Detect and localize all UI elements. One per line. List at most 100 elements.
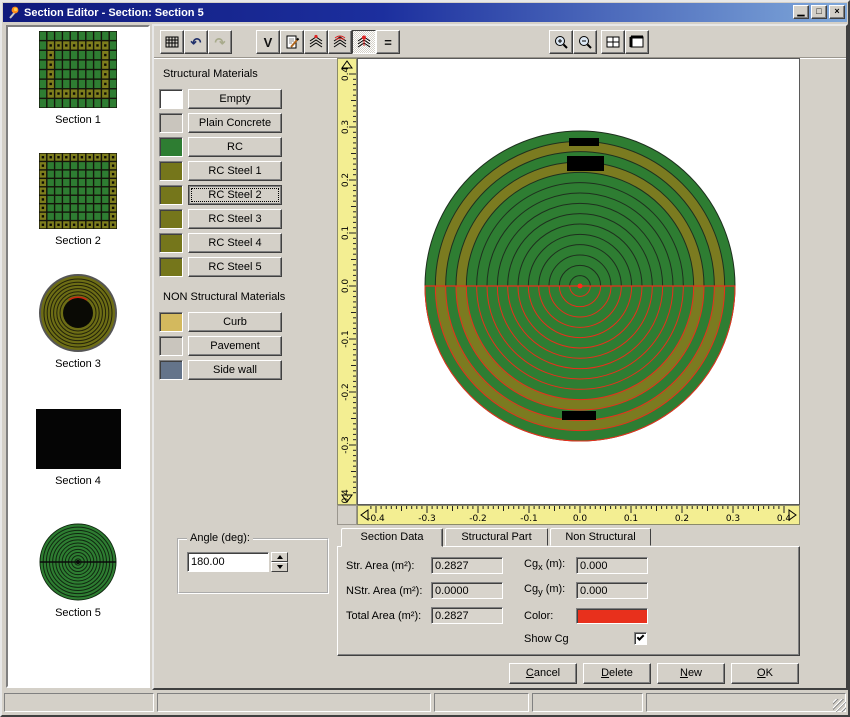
zoom-window-button[interactable] (625, 30, 649, 54)
material-swatch (159, 233, 183, 253)
cgx-field[interactable] (576, 557, 648, 574)
vertex-button[interactable]: V (256, 30, 280, 54)
check-icon (637, 633, 645, 641)
drawing-area[interactable] (357, 58, 800, 505)
material-swatch (159, 113, 183, 133)
material-row: Plain Concrete (159, 113, 282, 133)
total-area-label: Total Area (m²): (346, 610, 421, 622)
tab-structural-part[interactable]: Structural Part (445, 528, 548, 546)
status-panel (532, 693, 643, 712)
zoom-in-icon (553, 34, 569, 50)
section-thumbnail-3[interactable]: Section 3 (8, 274, 148, 370)
material-button-pavement[interactable]: Pavement (188, 336, 282, 356)
material-row: Side wall (159, 360, 282, 380)
zoom-in-button[interactable] (549, 30, 573, 54)
redo-button[interactable]: ↷ (208, 30, 232, 54)
equals-icon: = (384, 36, 392, 49)
material-row: RC Steel 1 (159, 161, 282, 181)
svg-text:-0.1: -0.1 (520, 514, 538, 524)
material-button-curb[interactable]: Curb (188, 312, 282, 332)
structural-materials-title: Structural Materials (163, 68, 258, 80)
status-bar (2, 690, 848, 715)
maximize-button[interactable]: □ (811, 5, 827, 19)
svg-text:-0.2: -0.2 (469, 514, 487, 524)
svg-text:-0.2: -0.2 (341, 383, 351, 401)
status-panel (4, 693, 154, 712)
zoom-fit-button[interactable] (601, 30, 625, 54)
angle-input[interactable] (187, 552, 269, 572)
material-swatch (159, 161, 183, 181)
material-button-rc-steel-4[interactable]: RC Steel 4 (188, 233, 282, 253)
total-area-field[interactable] (431, 607, 503, 624)
material-button-rc-steel-3[interactable]: RC Steel 3 (188, 209, 282, 229)
resize-grip[interactable] (833, 699, 846, 712)
tab-section-data[interactable]: Section Data (341, 528, 443, 547)
svg-text:0.0: 0.0 (341, 279, 351, 294)
str-area-label: Str. Area (m²): (346, 560, 414, 572)
equals-button[interactable]: = (376, 30, 400, 54)
undo-button[interactable]: ↶ (184, 30, 208, 54)
close-button[interactable]: × (829, 5, 845, 19)
layers-pin-button[interactable] (352, 30, 376, 54)
vertical-ruler: 0.40.30.20.10.0-0.1-0.2-0.3-0.4 (337, 58, 357, 505)
material-button-side-wall[interactable]: Side wall (188, 360, 282, 380)
section-3-preview (39, 274, 117, 352)
svg-text:-0.3: -0.3 (418, 514, 436, 524)
zoom-out-button[interactable] (573, 30, 597, 54)
svg-text:-0.4: -0.4 (367, 514, 385, 524)
grid-button[interactable] (160, 30, 184, 54)
edit-section-button[interactable] (280, 30, 304, 54)
section-thumbnail-1[interactable]: Section 1 (8, 31, 148, 126)
nstr-area-field[interactable] (431, 582, 503, 599)
section-drawing[interactable] (358, 59, 799, 504)
cgx-label: Cgx (m): (524, 558, 565, 572)
section-thumbnail-2[interactable]: Section 2 (8, 153, 148, 247)
section-thumbnail-5[interactable]: Section 5 (8, 523, 148, 619)
section-thumbnail-4[interactable]: Section 4 (8, 409, 148, 487)
material-row: RC (159, 137, 282, 157)
material-row: Empty (159, 89, 282, 109)
material-button-rc[interactable]: RC (188, 137, 282, 157)
material-button-plain-concrete[interactable]: Plain Concrete (188, 113, 282, 133)
horizontal-ruler: -0.4-0.3-0.2-0.10.00.10.20.30.4 (357, 505, 800, 525)
show-cg-label: Show Cg (524, 633, 569, 645)
status-panel (646, 693, 846, 712)
svg-text:0.3: 0.3 (341, 120, 351, 134)
section-thumbnail-label: Section 1 (8, 114, 148, 126)
section-5-preview (39, 523, 117, 601)
vertical-ruler-scale: 0.40.30.20.10.0-0.1-0.2-0.3-0.4 (338, 59, 356, 504)
material-row: RC Steel 3 (159, 209, 282, 229)
up-arrow-icon (277, 555, 283, 559)
angle-spin-down-button[interactable] (271, 562, 288, 572)
cancel-button[interactable]: Cancel (509, 663, 577, 684)
angle-spinner (271, 552, 288, 572)
zoom-fit-icon (605, 34, 621, 50)
svg-text:0.4: 0.4 (341, 67, 351, 82)
material-swatch (159, 209, 183, 229)
material-row: RC Steel 5 (159, 257, 282, 277)
material-button-empty[interactable]: Empty (188, 89, 282, 109)
material-swatch (159, 360, 183, 380)
layers-arc-button[interactable] (328, 30, 352, 54)
delete-button[interactable]: Delete (583, 663, 651, 684)
title-bar: Section Editor - Section: Section 5 ▁ □ … (3, 3, 847, 22)
material-row: Pavement (159, 336, 282, 356)
layers-point-button[interactable] (304, 30, 328, 54)
status-panel (434, 693, 529, 712)
tab-non-structural-part[interactable]: Non Structural Part (550, 528, 651, 546)
minimize-button[interactable]: ▁ (793, 5, 809, 19)
app-icon (6, 6, 20, 20)
show-cg-checkbox[interactable] (634, 632, 647, 645)
section-thumbnail-label: Section 4 (8, 475, 148, 487)
section-color-swatch[interactable] (576, 608, 648, 624)
cgy-field[interactable] (576, 582, 648, 599)
material-button-rc-steel-1[interactable]: RC Steel 1 (188, 161, 282, 181)
section-1-preview (39, 31, 117, 108)
str-area-field[interactable] (431, 557, 503, 574)
angle-groupbox: Angle (deg): (177, 538, 329, 594)
angle-spin-up-button[interactable] (271, 552, 288, 562)
material-button-rc-steel-2[interactable]: RC Steel 2 (188, 185, 282, 205)
material-button-rc-steel-5[interactable]: RC Steel 5 (188, 257, 282, 277)
ok-button[interactable]: OK (731, 663, 799, 684)
new-button[interactable]: New (657, 663, 725, 684)
